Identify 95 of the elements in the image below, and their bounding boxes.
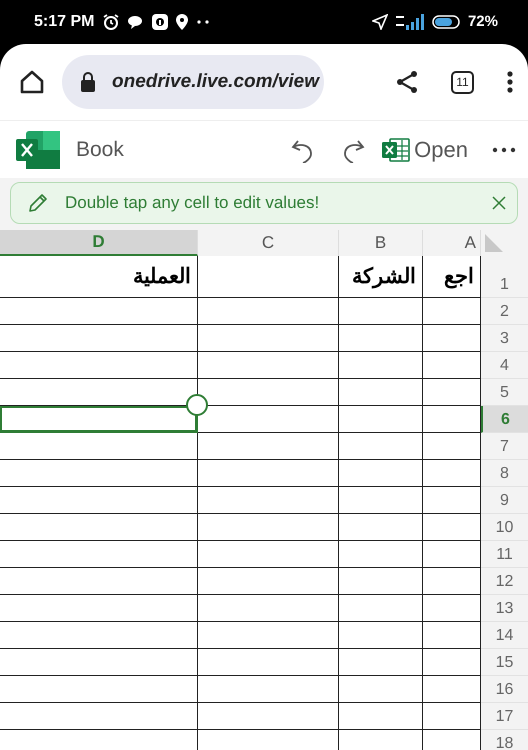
selection-handle[interactable] bbox=[186, 394, 208, 416]
row-header[interactable]: 14 bbox=[481, 622, 528, 649]
row-header[interactable]: 17 bbox=[481, 703, 528, 730]
table-cell[interactable] bbox=[198, 622, 339, 649]
table-cell[interactable] bbox=[339, 460, 423, 487]
banner-message: Double tap any cell to edit values! bbox=[65, 192, 320, 214]
table-cell[interactable] bbox=[339, 703, 423, 730]
table-cell[interactable] bbox=[339, 541, 423, 568]
address-bar[interactable]: onedrive.live.com/view bbox=[62, 55, 324, 109]
more-options-icon[interactable] bbox=[492, 146, 516, 152]
table-cell[interactable] bbox=[339, 487, 423, 514]
row-header[interactable]: 8 bbox=[481, 460, 528, 487]
spreadsheet-icon bbox=[382, 138, 410, 162]
row-header[interactable]: 1 bbox=[481, 256, 528, 298]
battery-level: 72% bbox=[468, 12, 498, 32]
table-cell[interactable] bbox=[339, 568, 423, 595]
document-title: Book bbox=[76, 136, 124, 163]
table-cell[interactable] bbox=[198, 649, 339, 676]
column-header[interactable]: B bbox=[339, 230, 423, 256]
table-cell[interactable] bbox=[0, 541, 198, 568]
table-cell[interactable] bbox=[0, 703, 198, 730]
row-header[interactable]: 18 bbox=[481, 730, 528, 750]
table-cell[interactable] bbox=[198, 298, 339, 325]
battery-icon bbox=[432, 15, 460, 29]
row-header[interactable]: 10 bbox=[481, 514, 528, 541]
pencil-icon bbox=[27, 192, 49, 214]
row-header[interactable]: 7 bbox=[481, 433, 528, 460]
table-cell[interactable] bbox=[0, 298, 198, 325]
alarm-clock-icon bbox=[102, 13, 120, 31]
table-cell[interactable] bbox=[198, 433, 339, 460]
row-header[interactable]: 11 bbox=[481, 541, 528, 568]
menu-icon[interactable] bbox=[506, 70, 514, 94]
row-header[interactable]: 13 bbox=[481, 595, 528, 622]
table-cell[interactable] bbox=[0, 325, 198, 352]
row-header[interactable]: 6 bbox=[481, 406, 528, 433]
table-cell[interactable] bbox=[339, 676, 423, 703]
table-cell[interactable] bbox=[0, 568, 198, 595]
clock-time: 5:17 PM bbox=[34, 12, 94, 32]
table-cell[interactable]: العملية bbox=[0, 256, 198, 298]
table-cell[interactable] bbox=[0, 676, 198, 703]
row-header[interactable]: 4 bbox=[481, 352, 528, 379]
table-cell[interactable]: الشركة bbox=[339, 256, 423, 298]
navigation-arrow-icon bbox=[372, 14, 388, 30]
row-header[interactable]: 12 bbox=[481, 568, 528, 595]
row-header[interactable]: 2 bbox=[481, 298, 528, 325]
selected-cell[interactable] bbox=[0, 406, 198, 433]
table-cell[interactable] bbox=[198, 541, 339, 568]
table-cell[interactable] bbox=[339, 406, 423, 433]
table-cell[interactable] bbox=[198, 676, 339, 703]
table-cell[interactable] bbox=[339, 622, 423, 649]
spreadsheet-logo-icon bbox=[16, 130, 60, 168]
table-cell[interactable] bbox=[198, 352, 339, 379]
table-cell[interactable] bbox=[0, 433, 198, 460]
table-cell[interactable] bbox=[0, 595, 198, 622]
lock-icon bbox=[80, 72, 96, 92]
row-header[interactable]: 16 bbox=[481, 676, 528, 703]
table-cell[interactable] bbox=[339, 379, 423, 406]
table-cell[interactable] bbox=[339, 595, 423, 622]
more-dots-icon bbox=[196, 20, 210, 24]
table-cell[interactable] bbox=[0, 622, 198, 649]
close-icon[interactable] bbox=[491, 195, 507, 211]
table-cell[interactable] bbox=[198, 325, 339, 352]
table-cell[interactable] bbox=[198, 568, 339, 595]
table-cell[interactable] bbox=[339, 433, 423, 460]
table-cell[interactable] bbox=[198, 487, 339, 514]
table-cell[interactable] bbox=[0, 487, 198, 514]
open-button[interactable]: Open bbox=[382, 133, 468, 166]
column-header[interactable]: A bbox=[423, 230, 481, 256]
chat-bubbles-icon bbox=[128, 15, 144, 29]
table-cell[interactable] bbox=[198, 256, 339, 298]
table-cell[interactable] bbox=[339, 352, 423, 379]
tab-count-button[interactable]: 11 bbox=[451, 70, 474, 94]
column-header[interactable]: D bbox=[0, 230, 198, 256]
row-header[interactable]: 3 bbox=[481, 325, 528, 352]
table-cell[interactable] bbox=[339, 649, 423, 676]
row-header[interactable]: 9 bbox=[481, 487, 528, 514]
table-cell[interactable] bbox=[198, 703, 339, 730]
table-cell[interactable] bbox=[0, 514, 198, 541]
row-header[interactable]: 5 bbox=[481, 379, 528, 406]
table-cell[interactable] bbox=[339, 514, 423, 541]
signal-bars-icon bbox=[396, 14, 424, 30]
table-cell[interactable] bbox=[339, 325, 423, 352]
column-header[interactable]: C bbox=[198, 230, 339, 256]
app-badge-icon bbox=[152, 14, 168, 30]
table-cell[interactable] bbox=[0, 460, 198, 487]
table-cell[interactable] bbox=[339, 298, 423, 325]
table-cell[interactable] bbox=[198, 595, 339, 622]
table-cell[interactable] bbox=[198, 460, 339, 487]
share-icon[interactable] bbox=[395, 70, 419, 94]
table-cell[interactable] bbox=[0, 649, 198, 676]
table-cell[interactable] bbox=[0, 352, 198, 379]
row-header[interactable]: 15 bbox=[481, 649, 528, 676]
table-cell[interactable] bbox=[198, 514, 339, 541]
location-pin-icon bbox=[176, 14, 188, 30]
home-icon[interactable] bbox=[18, 68, 46, 96]
